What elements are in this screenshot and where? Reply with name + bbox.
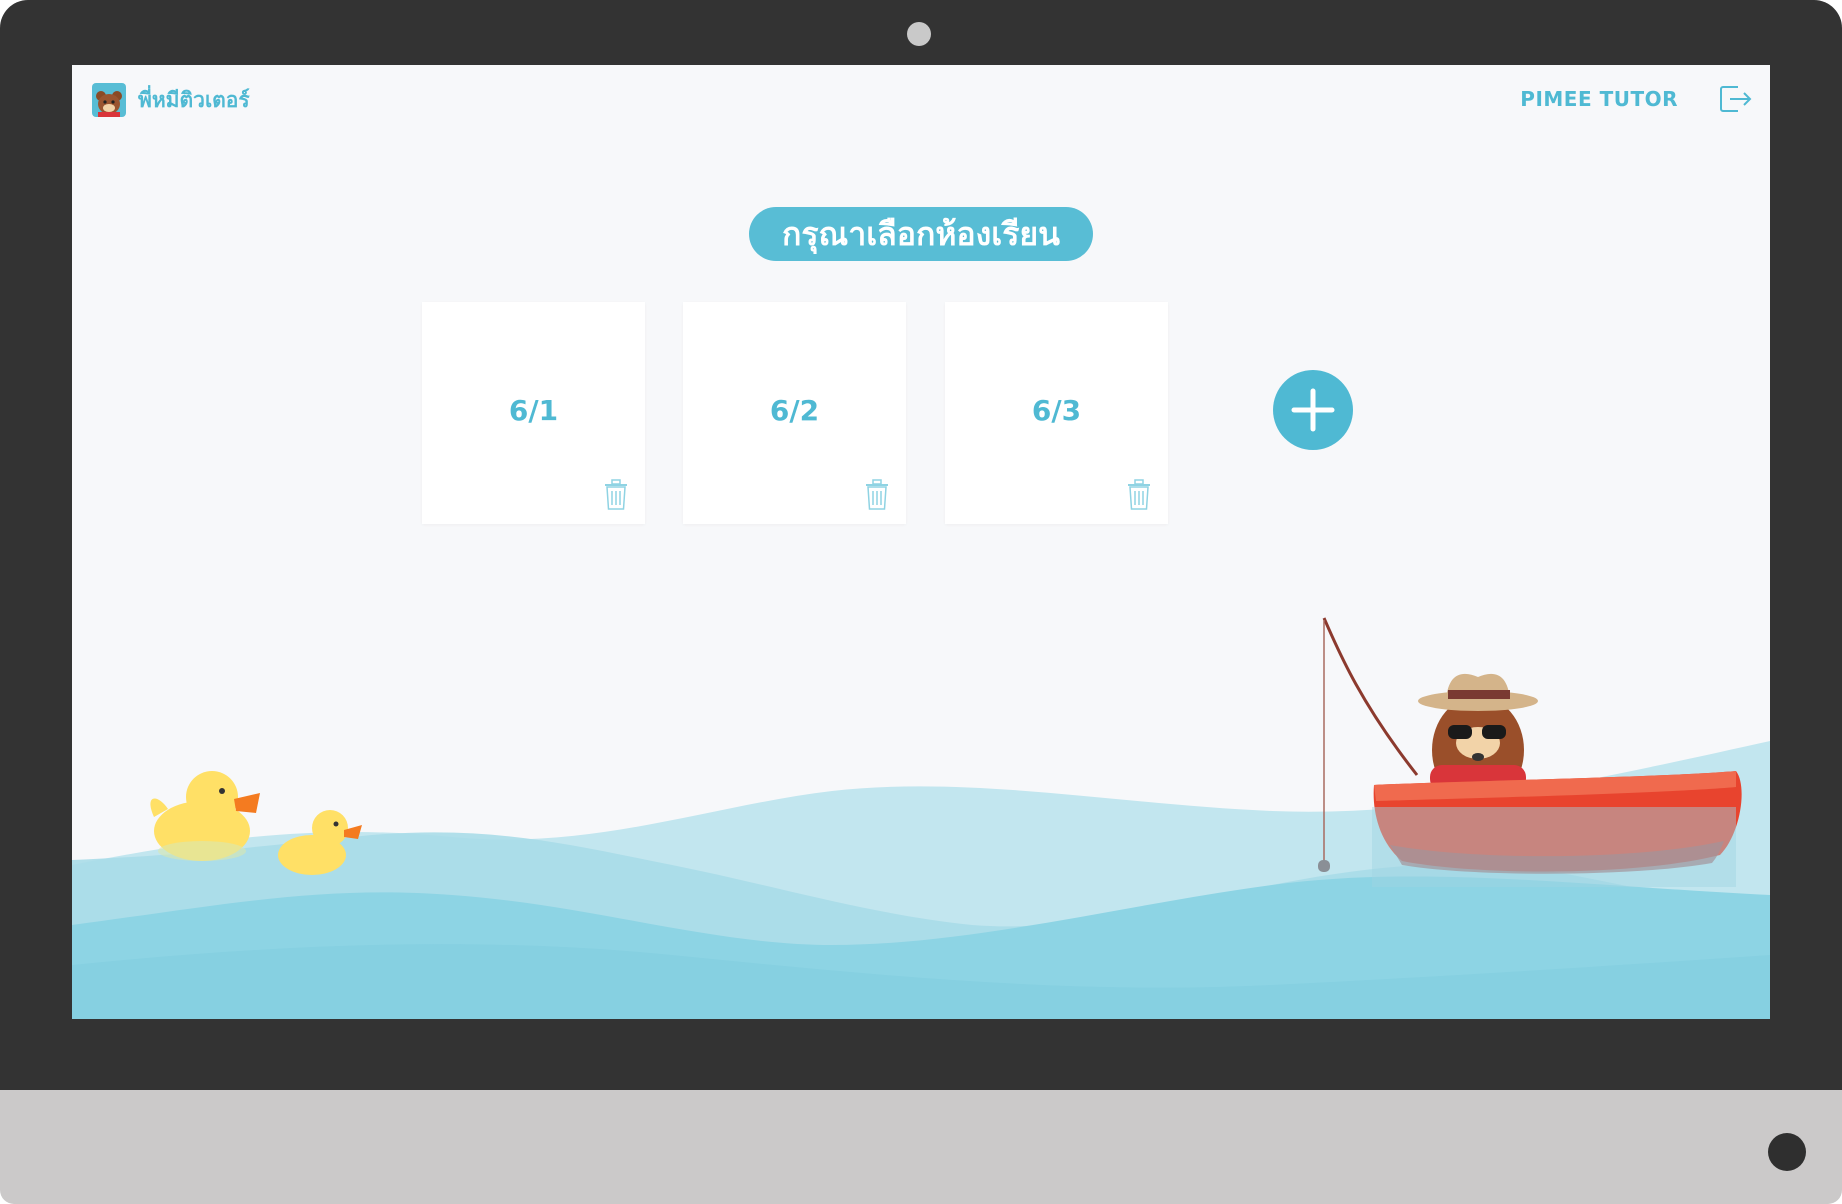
classroom-card-6-3[interactable]: 6/3 [945,302,1168,524]
trash-icon[interactable] [863,479,891,511]
brand[interactable]: พี่หมีติวเตอร์ [92,83,250,117]
app-screen: พี่หมีติวเตอร์ PIMEE TUTOR กรุณาเลือกห้อ… [72,65,1770,1019]
logout-icon[interactable] [1718,84,1752,114]
trash-icon[interactable] [1125,479,1153,511]
user-name: PIMEE TUTOR [1520,87,1678,111]
classroom-label: 6/2 [769,394,820,427]
classroom-card-6-1[interactable]: 6/1 [422,302,645,524]
add-classroom-button[interactable] [1273,370,1353,450]
brand-name: พี่หมีติวเตอร์ [138,87,250,112]
power-button [1768,1133,1806,1171]
trash-icon[interactable] [602,479,630,511]
classroom-label: 6/1 [508,394,559,427]
red-boat [1372,771,1742,887]
monitor-frame: พี่หมีติวเตอร์ PIMEE TUTOR กรุณาเลือกห้อ… [0,0,1842,1204]
classroom-card-6-2[interactable]: 6/2 [683,302,906,524]
bear-avatar-icon [92,83,126,117]
monitor-chin [0,1090,1842,1204]
plus-icon [1291,388,1335,432]
webcam-dot [907,22,931,46]
page-title: กรุณาเลือกห้องเรียน [749,207,1093,261]
classroom-label: 6/3 [1031,394,1082,427]
